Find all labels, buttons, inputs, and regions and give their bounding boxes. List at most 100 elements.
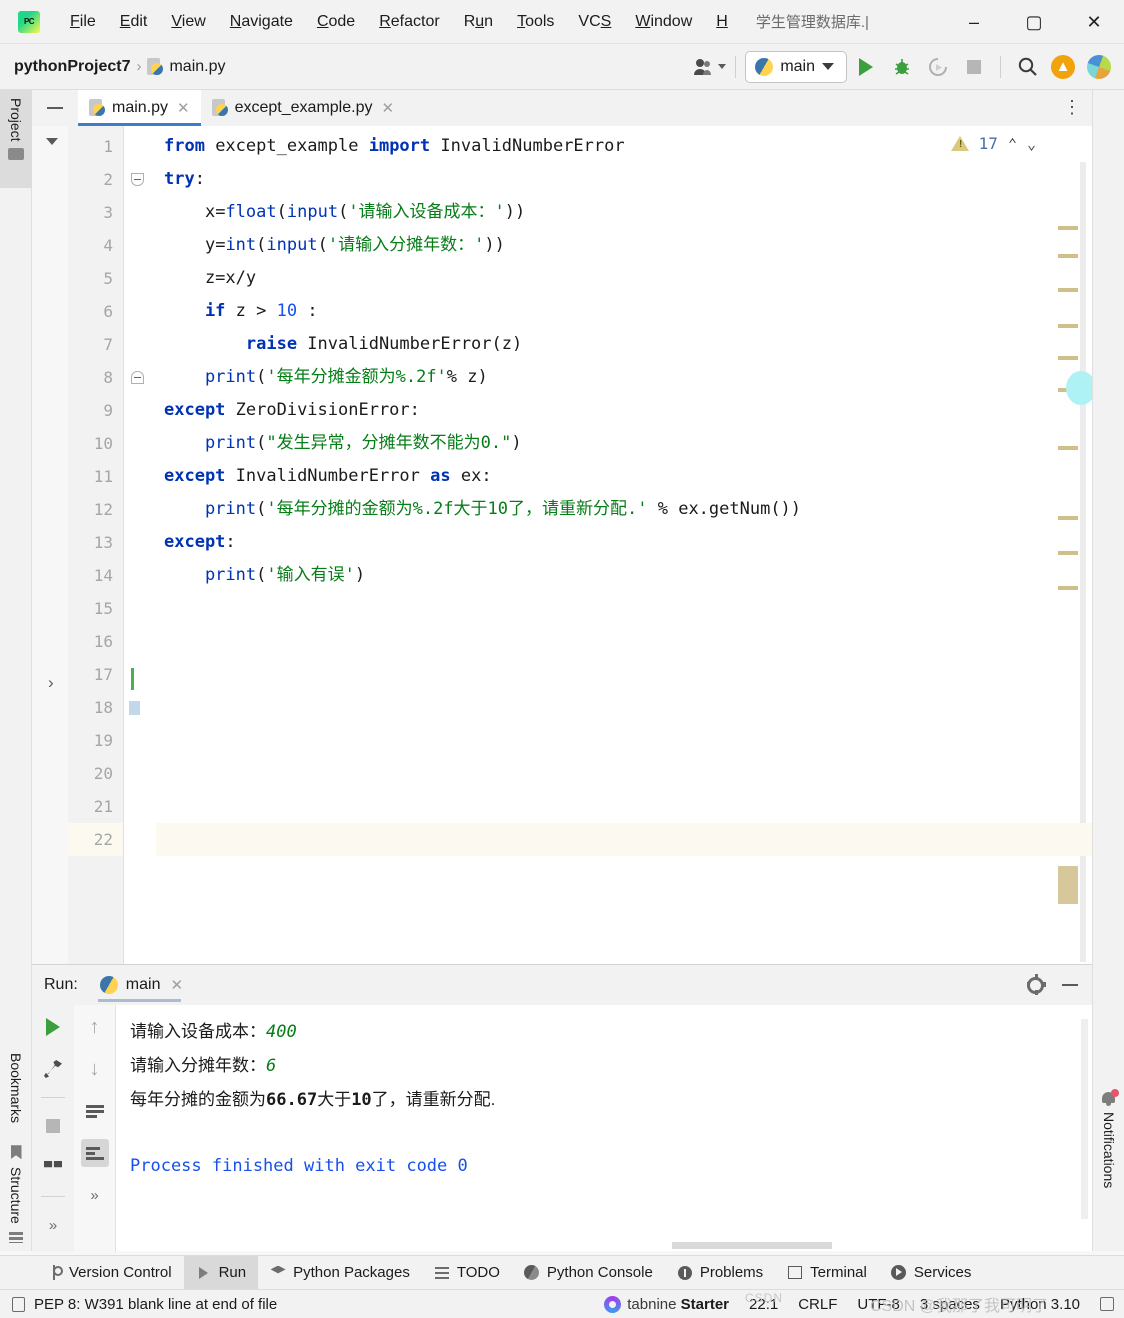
bottom-tab-label: TODO xyxy=(456,1264,500,1281)
menu-item-view[interactable]: View xyxy=(159,9,217,35)
user-avatar-icon[interactable] xyxy=(692,50,726,84)
run-coverage-button[interactable] xyxy=(921,50,955,84)
breadcrumb-file-label: main.py xyxy=(169,57,226,75)
file-encoding[interactable]: UTF-8 xyxy=(857,1296,900,1313)
document-icon xyxy=(12,1296,25,1312)
gear-icon[interactable] xyxy=(1027,973,1044,994)
chevron-right-icon[interactable]: › xyxy=(48,673,54,693)
minimize-icon[interactable] xyxy=(1062,984,1078,986)
fold-marker-try[interactable] xyxy=(131,173,144,186)
bottom-tab-version-control[interactable]: Version Control xyxy=(34,1256,184,1290)
stop-button[interactable] xyxy=(957,50,991,84)
stripe-warning-mark[interactable] xyxy=(1058,288,1078,292)
caret-position[interactable]: 22:1 xyxy=(749,1296,778,1313)
code-token: import xyxy=(368,136,441,156)
code-token: if xyxy=(164,301,226,321)
code-content-area[interactable]: 17 ⌃ ⌄ from except_example import Invali… xyxy=(156,126,1092,964)
stripe-warning-mark[interactable] xyxy=(1058,226,1078,230)
bottom-tab-python-console[interactable]: Python Console xyxy=(512,1256,665,1290)
stripe-warning-mark[interactable] xyxy=(1058,446,1078,450)
minimize-button[interactable]: – xyxy=(944,0,1004,44)
menu-item-code[interactable]: Code xyxy=(305,9,367,35)
console-horizontal-scrollbar[interactable] xyxy=(672,1242,832,1249)
menu-item-run[interactable]: Run xyxy=(452,9,505,35)
stripe-warning-mark[interactable] xyxy=(1058,254,1078,258)
lock-icon[interactable] xyxy=(1100,1297,1114,1311)
menu-item-window[interactable]: Window xyxy=(623,9,704,35)
editor-tab-main-py[interactable]: main.py ✕ xyxy=(78,90,201,126)
breakpoint-marker[interactable] xyxy=(129,701,140,715)
sidebar-item-notifications-label: Notifications xyxy=(1101,1112,1117,1189)
more-console-actions-button[interactable]: » xyxy=(81,1181,109,1209)
debug-button[interactable] xyxy=(885,50,919,84)
run-console-output[interactable]: 请输入设备成本：400 请输入分摊年数：6 每年分摊的金额为66.67大于10了，请… xyxy=(116,1005,1070,1251)
sidebar-item-structure[interactable]: Structure xyxy=(8,1167,24,1224)
sidebar-item-notifications[interactable]: Notifications xyxy=(1093,1089,1124,1189)
fold-marker-end[interactable] xyxy=(131,371,144,384)
scroll-to-end-button[interactable] xyxy=(80,1139,109,1167)
bottom-tab-terminal[interactable]: Terminal xyxy=(775,1256,879,1290)
more-actions-button[interactable]: » xyxy=(39,1211,67,1239)
stripe-warning-mark[interactable] xyxy=(1058,551,1078,555)
run-triangle-icon xyxy=(859,57,873,76)
chevron-down-icon[interactable] xyxy=(46,138,58,145)
editor-tabs-more-button[interactable]: ⋮ xyxy=(1063,97,1082,118)
stripe-thumb[interactable] xyxy=(1058,866,1078,904)
stripe-warning-mark[interactable] xyxy=(1058,516,1078,520)
code-token: 10 xyxy=(276,301,298,321)
stripe-warning-mark[interactable] xyxy=(1058,324,1078,328)
stripe-warning-mark[interactable] xyxy=(1058,356,1078,360)
close-icon[interactable]: ✕ xyxy=(381,99,394,117)
close-button[interactable]: ✕ xyxy=(1064,0,1124,44)
breadcrumb-project[interactable]: pythonProject7 xyxy=(14,58,130,76)
sidebar-item-project[interactable]: Project xyxy=(0,90,32,188)
inspection-widget[interactable]: 17 ⌃ ⌄ xyxy=(950,134,1036,153)
collapse-tabs-button[interactable] xyxy=(32,90,78,126)
python-interpreter[interactable]: Python 3.10 xyxy=(1000,1296,1080,1313)
menu-item-edit[interactable]: Edit xyxy=(108,9,160,35)
folder-icon xyxy=(8,147,24,160)
menu-item-navigate[interactable]: Navigate xyxy=(218,9,305,35)
layout-button[interactable] xyxy=(39,1154,67,1182)
search-everywhere-button[interactable] xyxy=(1010,50,1044,84)
stripe-warning-mark[interactable] xyxy=(1058,586,1078,590)
run-button[interactable] xyxy=(849,50,883,84)
code-line: except: xyxy=(164,526,236,559)
indent-setting[interactable]: 3 spaces xyxy=(920,1296,980,1313)
bottom-tab-run[interactable]: Run xyxy=(183,1255,259,1290)
next-occurrence-button[interactable]: ↓ xyxy=(81,1055,109,1083)
menu-item-refactor[interactable]: Refactor xyxy=(367,9,451,35)
services-icon xyxy=(891,1265,907,1281)
code-token: x xyxy=(164,202,216,222)
stop-button[interactable] xyxy=(39,1112,67,1140)
close-icon[interactable]: ✕ xyxy=(170,976,183,994)
menu-item-vcs[interactable]: VCS xyxy=(566,9,623,35)
tabnine-widget[interactable]: tabnine Starter xyxy=(604,1295,729,1313)
bottom-tab-problems[interactable]: Problems xyxy=(665,1256,775,1290)
run-configuration-selector[interactable]: main xyxy=(745,50,847,83)
configure-button[interactable] xyxy=(39,1055,67,1083)
bottom-tab-services[interactable]: Services xyxy=(879,1256,984,1290)
python-icon xyxy=(755,57,774,76)
editor-tab-except-example-py[interactable]: except_example.py ✕ xyxy=(201,90,405,126)
multicolor-button[interactable] xyxy=(1082,50,1116,84)
rerun-button[interactable] xyxy=(39,1013,67,1041)
chevron-down-icon[interactable]: ⌄ xyxy=(1027,135,1036,153)
soft-wrap-button[interactable] xyxy=(81,1097,109,1125)
sidebar-item-bookmarks[interactable]: Bookmarks xyxy=(8,1053,24,1123)
maximize-button[interactable]: ▢ xyxy=(1004,0,1064,44)
menu-item-help[interactable]: H xyxy=(704,9,740,35)
run-tab-main[interactable]: main ✕ xyxy=(96,965,191,1005)
bottom-tab-python-packages[interactable]: Python Packages xyxy=(258,1256,422,1290)
bottom-tab-todo[interactable]: TODO xyxy=(422,1256,512,1290)
console-scrollbar[interactable] xyxy=(1081,1019,1088,1219)
close-icon[interactable]: ✕ xyxy=(177,99,190,117)
menu-item-file[interactable]: File xyxy=(58,9,108,35)
chevron-up-icon[interactable]: ⌃ xyxy=(1008,135,1017,153)
prev-occurrence-button[interactable]: ↑ xyxy=(81,1013,109,1041)
update-project-button[interactable]: ▲ xyxy=(1046,50,1080,84)
breadcrumb-file[interactable]: main.py xyxy=(147,57,226,76)
code-token: print xyxy=(164,433,257,453)
line-separator[interactable]: CRLF xyxy=(798,1296,837,1313)
menu-item-tools[interactable]: Tools xyxy=(505,9,566,35)
